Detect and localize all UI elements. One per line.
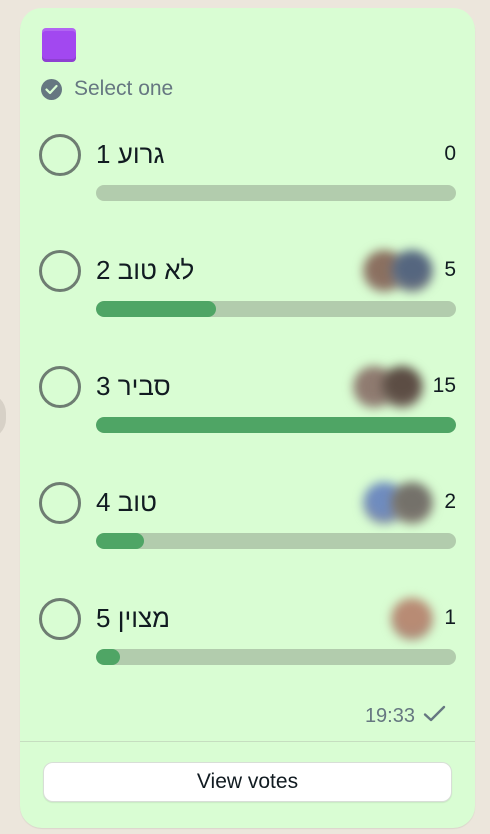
check-icon <box>423 705 447 728</box>
vote-progress-fill <box>96 649 121 665</box>
avatar <box>391 598 433 640</box>
check-circle-icon <box>41 78 62 100</box>
wallpaper-pattern <box>0 393 6 439</box>
avatar <box>381 366 423 408</box>
poll-option-2[interactable]: לא טוב 2 5 <box>20 250 475 336</box>
avatar <box>391 250 433 292</box>
vote-progress-fill <box>96 301 216 317</box>
vote-progress-track <box>96 301 456 317</box>
vote-progress-track <box>96 185 456 201</box>
vote-progress-fill <box>96 417 456 433</box>
poll-option-3[interactable]: סביר 3 15 <box>20 366 475 452</box>
select-one-text: Select one <box>74 77 174 100</box>
radio-button[interactable] <box>39 250 81 292</box>
vote-count: 15 <box>432 374 456 397</box>
poll-option-1[interactable]: גרוע 1 0 <box>20 134 475 220</box>
vote-count: 5 <box>444 258 456 281</box>
purple-square-emoji-icon <box>42 28 76 62</box>
select-one-hint: Select one <box>41 77 173 101</box>
voter-avatars[interactable] <box>353 366 423 408</box>
vote-count: 1 <box>444 606 456 629</box>
poll-option-4[interactable]: טוב 4 2 <box>20 482 475 568</box>
option-label: טוב 4 <box>96 487 157 517</box>
poll-option-5[interactable]: מצוין 5 1 <box>20 598 475 684</box>
radio-button[interactable] <box>39 366 81 408</box>
option-label: סביר 3 <box>96 371 171 401</box>
option-label: לא טוב 2 <box>96 255 195 285</box>
vote-count: 2 <box>444 490 456 513</box>
option-label: מצוין 5 <box>96 603 170 633</box>
option-label: גרוע 1 <box>96 139 165 169</box>
divider <box>20 741 475 742</box>
vote-progress-fill <box>96 533 144 549</box>
view-votes-button[interactable]: View votes <box>43 762 452 802</box>
vote-progress-track <box>96 417 456 433</box>
radio-button[interactable] <box>39 134 81 176</box>
vote-progress-track <box>96 533 456 549</box>
poll-message-bubble[interactable]: Select one גרוע 1 0 לא טוב 2 5 סביר 3 15 טוב 4… <box>20 8 475 828</box>
vote-count: 0 <box>444 142 456 165</box>
radio-button[interactable] <box>39 598 81 640</box>
avatar <box>391 482 433 524</box>
vote-progress-track <box>96 649 456 665</box>
radio-button[interactable] <box>39 482 81 524</box>
message-meta: 19:33 <box>365 705 447 728</box>
voter-avatars[interactable] <box>363 250 433 292</box>
voter-avatars[interactable] <box>391 598 433 640</box>
voter-avatars[interactable] <box>363 482 433 524</box>
message-time: 19:33 <box>364 705 415 727</box>
